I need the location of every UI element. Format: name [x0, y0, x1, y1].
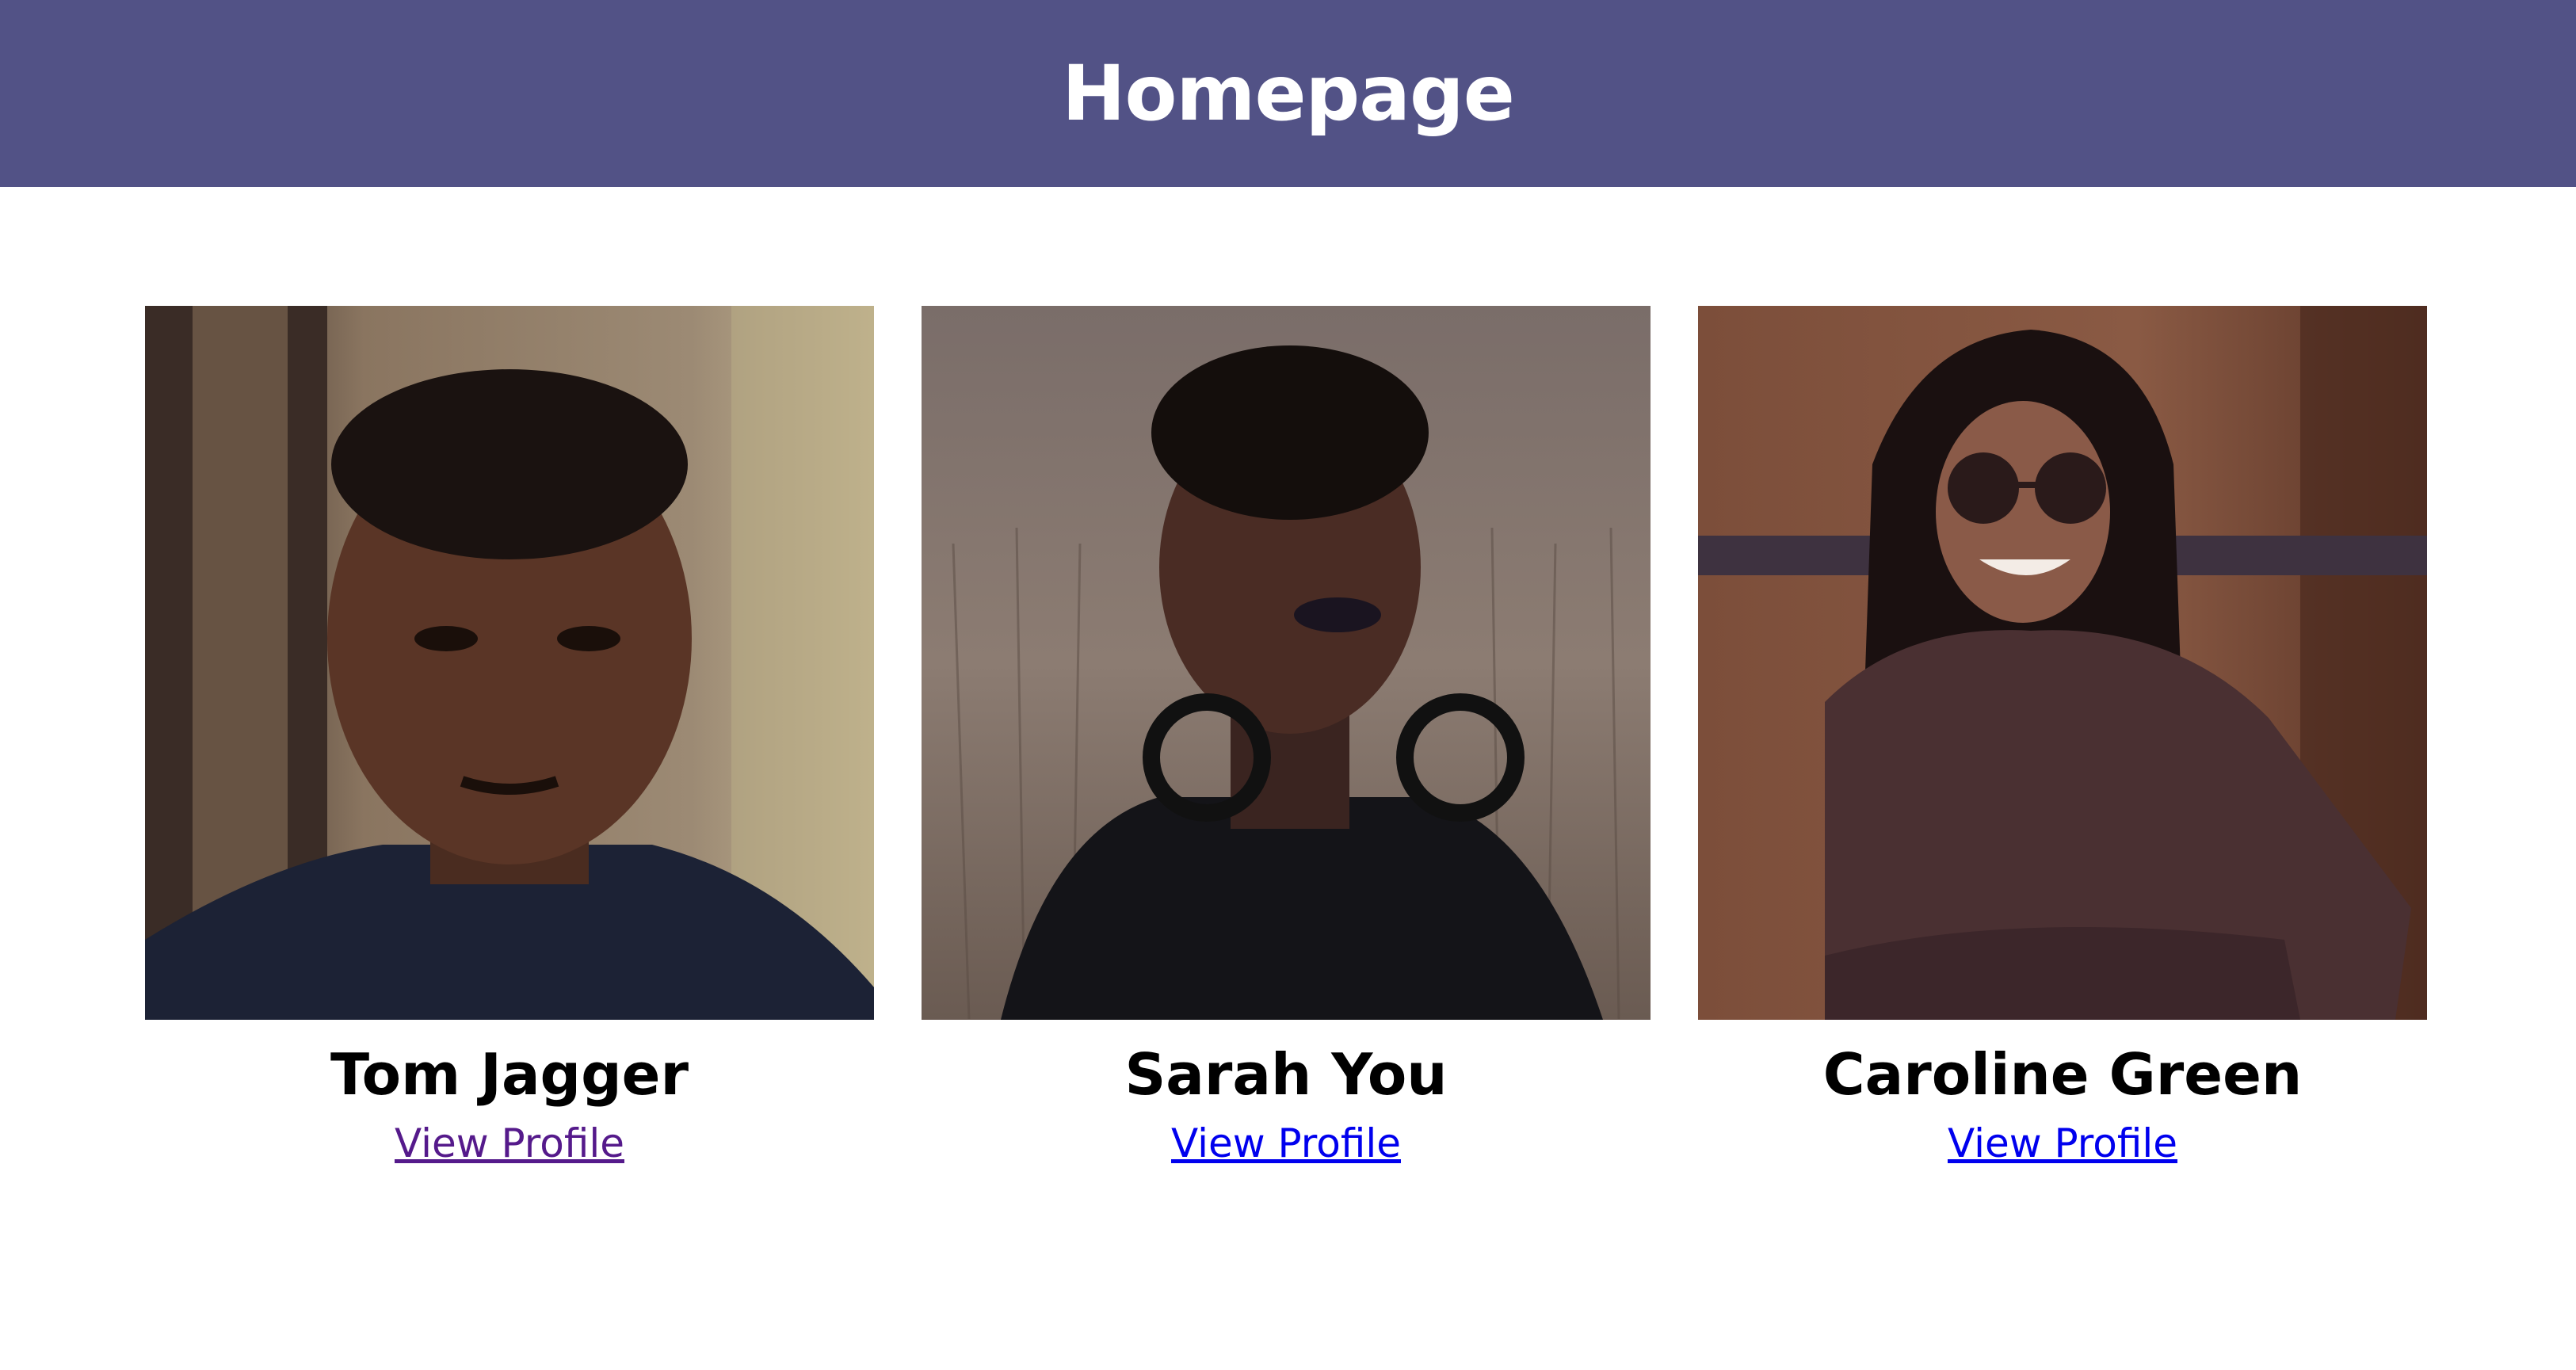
view-profile-link[interactable]: View Profile [395, 1120, 624, 1166]
page-title: Homepage [1062, 49, 1515, 138]
profile-name: Sarah You [1124, 1041, 1448, 1108]
profile-photo [1698, 306, 2427, 1020]
profile-name: Tom Jagger [330, 1041, 689, 1108]
view-profile-link[interactable]: View Profile [1948, 1120, 2177, 1166]
profile-photo [922, 306, 1651, 1020]
view-profile-link[interactable]: View Profile [1171, 1120, 1401, 1166]
profile-name: Caroline Green [1822, 1041, 2303, 1108]
portrait-woman-sunglasses-image [1698, 306, 2427, 1020]
profile-card: Caroline Green View Profile [1698, 306, 2427, 1166]
page-header: Homepage [0, 0, 2576, 187]
profile-card: Tom Jagger View Profile [145, 306, 874, 1166]
portrait-man-image [145, 306, 874, 1020]
profile-card: Sarah You View Profile [922, 306, 1651, 1166]
profile-photo [145, 306, 874, 1020]
portrait-woman-image [922, 306, 1651, 1020]
